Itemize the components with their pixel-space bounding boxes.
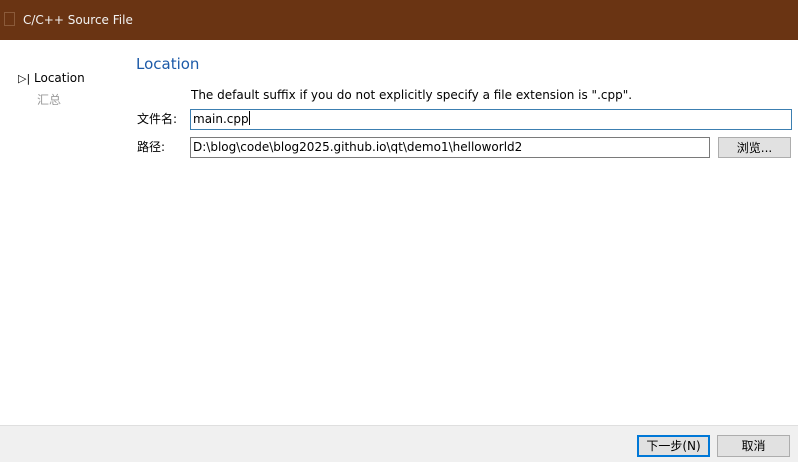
- app-icon: [4, 12, 15, 26]
- filename-value: main.cpp: [193, 112, 249, 126]
- step-location: ▷| Location: [18, 70, 85, 87]
- page-title: Location: [136, 55, 200, 73]
- browse-button[interactable]: 浏览...: [718, 137, 791, 158]
- path-label: 路径:: [137, 140, 166, 154]
- wizard-window: C/C++ Source File ▷| Location 汇总 Location…: [0, 0, 798, 462]
- button-bar: 下一步(N) 取消: [0, 425, 798, 462]
- filename-label: 文件名:: [137, 112, 178, 126]
- step-summary-label: 汇总: [37, 93, 62, 107]
- suffix-hint: The default suffix if you do not explici…: [191, 88, 633, 102]
- path-input[interactable]: D:\blog\code\blog2025.github.io\qt\demo1…: [190, 137, 710, 158]
- wizard-steps: ▷| Location 汇总: [0, 40, 128, 425]
- text-caret: [248, 111, 250, 125]
- path-value: D:\blog\code\blog2025.github.io\qt\demo1…: [193, 140, 523, 154]
- filename-input[interactable]: main.cpp: [190, 109, 792, 130]
- window-title: C/C++ Source File: [23, 13, 133, 27]
- title-bar[interactable]: C/C++ Source File: [0, 0, 798, 40]
- step-location-label: Location: [34, 71, 85, 85]
- cancel-button[interactable]: 取消: [717, 435, 790, 457]
- next-button[interactable]: 下一步(N): [637, 435, 710, 457]
- current-step-arrow-icon: ▷|: [18, 72, 31, 85]
- step-summary: 汇总: [37, 92, 61, 108]
